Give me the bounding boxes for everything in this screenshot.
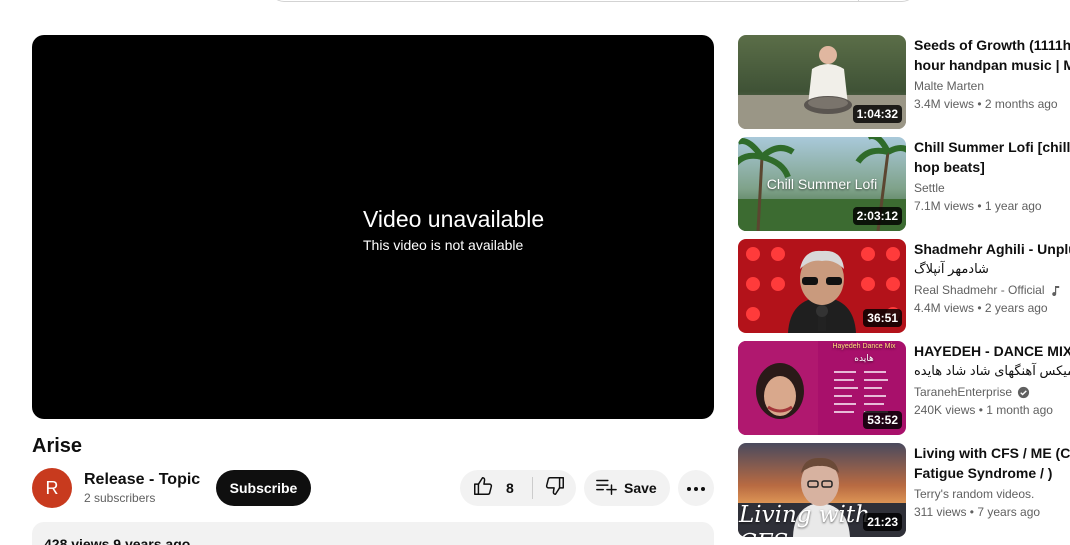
- video-thumbnail[interactable]: Chill Summer Lofi 2:03:12: [738, 137, 906, 231]
- rec-title-line2[interactable]: شادمهر آنپلاگ: [914, 259, 1070, 279]
- rec-title-line1[interactable]: Chill Summer Lofi [chill lo: [914, 137, 1070, 157]
- video-duration: 21:23: [863, 513, 902, 531]
- thumbs-up-icon: [472, 475, 494, 502]
- save-label: Save: [624, 480, 657, 496]
- search-button-edge[interactable]: [858, 0, 859, 2]
- video-duration: 2:03:12: [852, 207, 902, 225]
- rec-channel-name: Settle: [914, 181, 945, 195]
- rec-title-line2[interactable]: میکس آهنگهای شاد شاد هایده: [914, 361, 1070, 381]
- channel-avatar[interactable]: R: [32, 468, 72, 508]
- thumbnail-text: Hayedeh Dance Mix: [832, 343, 896, 350]
- recommendation-item[interactable]: 36:51 Shadmehr Aghili - Unplug شادمهر آن…: [738, 239, 1070, 333]
- rec-title-line2[interactable]: hour handpan music | Ma: [914, 55, 1070, 75]
- playlist-add-icon: [595, 475, 617, 502]
- thumbs-down-icon: [544, 475, 566, 502]
- video-duration: 53:52: [863, 411, 902, 429]
- rec-meta: 3.4M views • 2 months ago: [914, 97, 1058, 111]
- rec-channel[interactable]: Real Shadmehr - Official: [914, 281, 1070, 299]
- recommendation-details: HAYEDEH - DANCE MIX S میکس آهنگهای شاد ش…: [914, 341, 1070, 419]
- video-thumbnail[interactable]: Living with CFS 21:23: [738, 443, 906, 537]
- more-horizontal-icon: [686, 479, 706, 497]
- rec-title-line1[interactable]: Shadmehr Aghili - Unplug: [914, 239, 1070, 259]
- music-note-icon: [1050, 284, 1062, 296]
- rec-meta: 7.1M views • 1 year ago: [914, 199, 1042, 213]
- recommendation-details: Shadmehr Aghili - Unplug شادمهر آنپلاگ R…: [914, 239, 1070, 317]
- thumbnail-text: Chill Summer Lofi: [766, 176, 878, 192]
- more-actions-button[interactable]: [678, 470, 714, 506]
- video-thumbnail[interactable]: Hayedeh Dance Mix هایده 53:52: [738, 341, 906, 435]
- description-box[interactable]: 428 views 9 years ago: [32, 522, 714, 545]
- like-count: 8: [506, 480, 514, 496]
- save-button[interactable]: Save: [584, 470, 670, 506]
- rec-meta: 240K views • 1 month ago: [914, 403, 1053, 417]
- views-and-date: 428 views 9 years ago: [44, 536, 191, 545]
- rec-channel-name: Real Shadmehr - Official: [914, 283, 1045, 297]
- verified-check-icon: [1017, 386, 1030, 399]
- video-player[interactable]: Video unavailable This video is not avai…: [32, 35, 714, 419]
- like-button[interactable]: 8: [460, 470, 532, 506]
- video-title: Arise: [32, 435, 83, 457]
- player-error-subtitle: This video is not available: [363, 237, 524, 253]
- rec-title-line2[interactable]: Fatigue Syndrome / ): [914, 463, 1070, 483]
- video-thumbnail[interactable]: 36:51: [738, 239, 906, 333]
- recommendation-item[interactable]: Hayedeh Dance Mix هایده 53:52 HAYEDEH - …: [738, 341, 1070, 435]
- rec-channel[interactable]: TaranehEnterprise: [914, 383, 1070, 401]
- rec-title-line1[interactable]: Living with CFS / ME (Chr: [914, 443, 1070, 463]
- recommendation-item[interactable]: Chill Summer Lofi 2:03:12 Chill Summer L…: [738, 137, 1070, 231]
- rec-channel[interactable]: Terry's random videos.: [914, 485, 1070, 503]
- recommendation-item[interactable]: 1:04:32 Seeds of Growth (1111hz hour han…: [738, 35, 1070, 129]
- rec-meta: 4.4M views • 2 years ago: [914, 301, 1048, 315]
- search-bar[interactable]: [270, 0, 916, 2]
- dislike-button[interactable]: [533, 470, 576, 506]
- video-thumbnail[interactable]: 1:04:32: [738, 35, 906, 129]
- player-error-message: Video unavailable This video is not avai…: [363, 205, 544, 254]
- recommendation-item[interactable]: Living with CFS 21:23 Living with CFS / …: [738, 443, 1070, 537]
- rec-title-line2[interactable]: hop beats]: [914, 157, 1070, 177]
- rec-channel-name: Malte Marten: [914, 79, 985, 93]
- rec-meta: 311 views • 7 years ago: [914, 505, 1041, 519]
- recommendation-details: Seeds of Growth (1111hz hour handpan mus…: [914, 35, 1070, 113]
- like-dislike-bar: 8: [460, 470, 576, 506]
- subscribe-button[interactable]: Subscribe: [216, 470, 311, 506]
- thumbnail-text-persian: هایده: [854, 353, 874, 363]
- rec-channel-name: Terry's random videos.: [914, 487, 1035, 501]
- channel-name[interactable]: Release - Topic: [84, 470, 200, 490]
- rec-title-line1[interactable]: Seeds of Growth (1111hz: [914, 35, 1070, 55]
- rec-channel-name: TaranehEnterprise: [914, 385, 1013, 399]
- player-error-title: Video unavailable: [363, 206, 545, 232]
- video-duration: 36:51: [863, 309, 902, 327]
- subscriber-count: 2 subscribers: [84, 491, 156, 505]
- avatar-letter: R: [45, 477, 59, 498]
- rec-channel[interactable]: Settle: [914, 179, 1070, 197]
- video-duration: 1:04:32: [852, 105, 902, 123]
- rec-channel[interactable]: Malte Marten: [914, 77, 1070, 95]
- rec-title-line1[interactable]: HAYEDEH - DANCE MIX S: [914, 341, 1070, 361]
- recommendation-details: Chill Summer Lofi [chill lo hop beats] S…: [914, 137, 1070, 215]
- recommendation-details: Living with CFS / ME (Chr Fatigue Syndro…: [914, 443, 1070, 521]
